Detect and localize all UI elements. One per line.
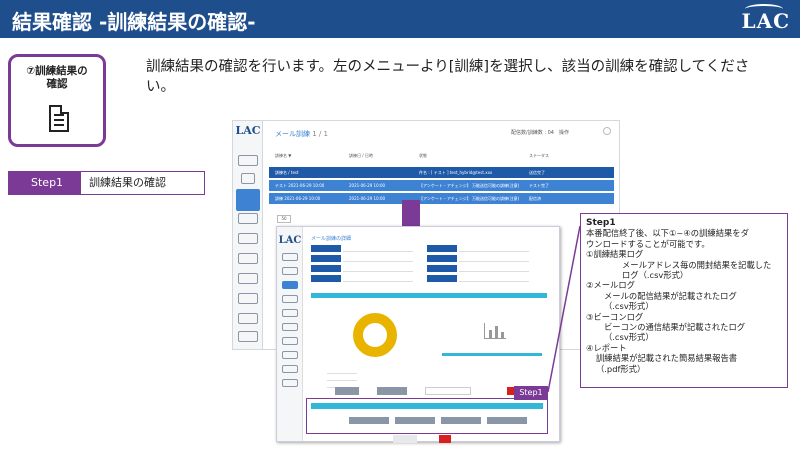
callout-item-desc: メールアドレス毎の開封結果を記載した [622,259,772,270]
step1-callout: Step1 本番配信終了後、以下①~④の訓練結果をダ ウンロードすることが可能で… [580,213,788,388]
callout-item-desc: （.csv形式） [604,301,654,312]
callout-intro: 本番配信終了後、以下①~④の訓練結果をダ [586,228,749,239]
callout-item: ③ビーコンログ [586,311,644,322]
callout-title: Step1 [586,218,616,228]
slide: 結果確認 -訓練結果の確認- LAC ⑦訓練結果の 確認 訓練結果の確認を行いま… [0,0,800,450]
callout-item: ①訓練結果ログ [586,249,644,260]
callout-intro: ウンロードすることが可能です。 [586,238,710,249]
callout-item-desc: メールの配信結果が記載されたログ [604,290,737,301]
callout-item-desc: （.csv形式） [604,332,654,343]
callout-item-desc: 訓練結果が記載された簡易結果報告書 [596,353,738,364]
callout-item: ②メールログ [586,280,635,291]
callout-item: ④レポート [586,342,627,353]
callout-item-desc: ビーコンの通信結果が記載されたログ [604,322,746,333]
callout-item-desc: （.pdf形式） [596,363,646,374]
callout-item-desc: ログ（.csv形式） [622,270,689,281]
